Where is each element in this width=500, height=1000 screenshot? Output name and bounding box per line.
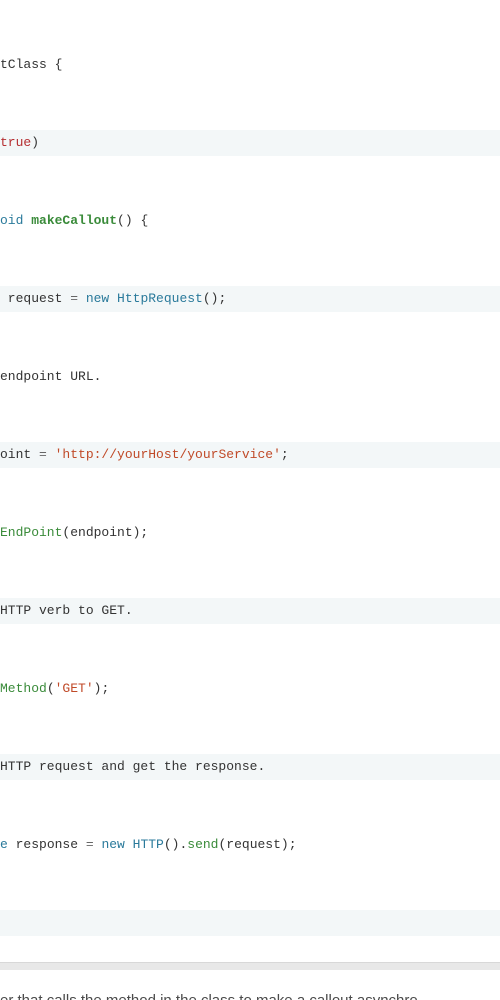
code-text: 'http://yourHost/yourService': [47, 447, 281, 462]
code-text: oint: [0, 447, 39, 462]
code-line: e response = new HTTP().send(request);: [0, 832, 500, 858]
code-text: Method: [0, 681, 47, 696]
code-text: (: [47, 681, 55, 696]
code-line: oid makeCallout() {: [0, 208, 500, 234]
code-line: request = new HttpRequest();: [0, 286, 500, 312]
code-text: =: [70, 291, 78, 306]
code-text: HTTP verb to GET.: [0, 603, 133, 618]
code-text: EndPoint: [0, 525, 62, 540]
code-line: [0, 910, 500, 936]
code-text: (endpoint);: [62, 525, 148, 540]
code-text: ();: [203, 291, 226, 306]
code-text: new: [94, 837, 133, 852]
code-line: HTTP request and get the response.: [0, 754, 500, 780]
code-text: response: [8, 837, 86, 852]
code-line: true): [0, 130, 500, 156]
code-text: request: [0, 291, 70, 306]
code-text: new: [78, 291, 117, 306]
code-text: HTTP request and get the response.: [0, 759, 265, 774]
code-text: );: [94, 681, 110, 696]
code-text: =: [39, 447, 47, 462]
code-line: EndPoint(endpoint);: [0, 520, 500, 546]
code-text: () {: [117, 213, 148, 228]
code-text: HttpRequest: [117, 291, 203, 306]
code-text: send: [187, 837, 218, 852]
code-text: oid: [0, 213, 31, 228]
code-text: ;: [281, 447, 289, 462]
code-text: e: [0, 837, 8, 852]
code-text: ().: [164, 837, 187, 852]
code-text: =: [86, 837, 94, 852]
code-text: endpoint URL.: [0, 369, 101, 384]
code-line: HTTP verb to GET.: [0, 598, 500, 624]
code-text: true: [0, 135, 31, 150]
code-line: Method('GET');: [0, 676, 500, 702]
code-text: ): [31, 135, 39, 150]
code-block-footer: [0, 962, 500, 970]
code-line: tClass {: [0, 52, 500, 78]
code-text: makeCallout: [31, 213, 117, 228]
code-text: 'GET': [55, 681, 94, 696]
code-text: (request);: [219, 837, 297, 852]
code-line: oint = 'http://yourHost/yourService';: [0, 442, 500, 468]
code-block-1: tClass { true) oid makeCallout() { reque…: [0, 0, 500, 962]
code-line: endpoint URL.: [0, 364, 500, 390]
code-text: tClass {: [0, 57, 62, 72]
description-text: er that calls the method in the class to…: [0, 970, 500, 1000]
code-text: HTTP: [133, 837, 164, 852]
